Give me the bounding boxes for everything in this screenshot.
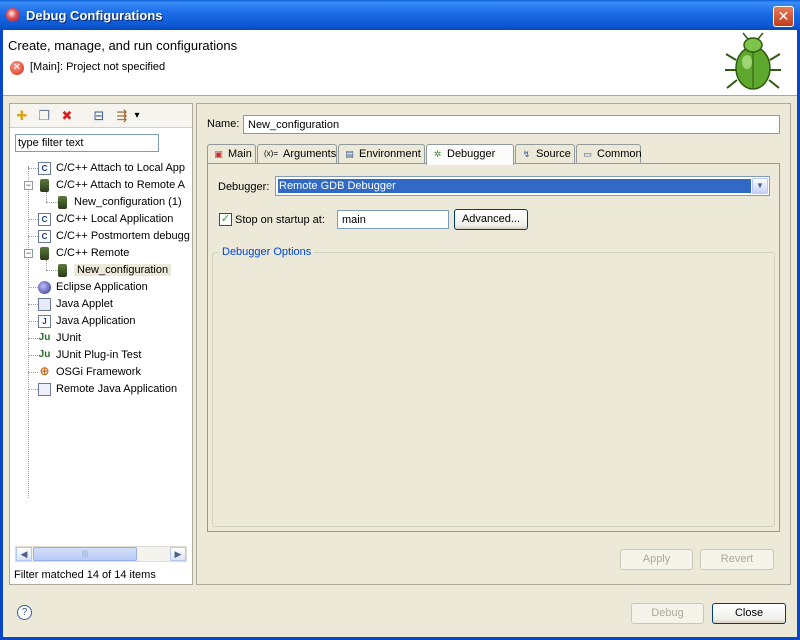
expand-attach-remote[interactable]: − <box>24 181 33 190</box>
configuration-tree: − − C C/C++ Attach to Local App C/C++ Att… <box>10 160 192 542</box>
debug-button[interactable]: Debug <box>631 603 704 624</box>
c-app-icon: C <box>38 212 51 226</box>
delete-icon[interactable]: ✖ <box>59 108 75 124</box>
remote-device-icon <box>40 178 49 192</box>
config-tabs: ▣ Main (x)= Arguments ▤ Environment ✲ Debugg… <box>207 144 780 165</box>
filter-status: Filter matched 14 of 14 items <box>14 569 156 581</box>
stop-on-startup-label: Stop on startup at: <box>235 214 325 226</box>
junit-icon: Ju <box>38 331 51 343</box>
tree-item-new-config[interactable]: New_configuration <box>56 262 172 279</box>
error-icon: ✕ <box>10 61 24 75</box>
junit-plugin-icon: Ju <box>38 348 51 360</box>
dialog-heading: Create, manage, and run configurations <box>8 38 238 53</box>
tree-item-osgi[interactable]: ⊕ OSGi Framework <box>38 364 141 381</box>
arguments-tab-icon: (x)= <box>264 149 278 159</box>
remote-device-icon <box>58 195 67 209</box>
remote-device-icon <box>58 263 67 277</box>
tree-item-java-application[interactable]: J Java Application <box>38 313 136 330</box>
name-input[interactable] <box>243 115 780 134</box>
tree-item-local-application[interactable]: C C/C++ Local Application <box>38 211 173 228</box>
debugger-options-title: Debugger Options <box>219 246 315 258</box>
view-menu-icon[interactable]: ▾ <box>132 108 142 124</box>
title-bar: Debug Configurations ✕ <box>0 0 800 30</box>
tree-item-remote-java[interactable]: Remote Java Application <box>38 381 177 398</box>
dialog-header: Create, manage, and run configurations ✕… <box>3 30 797 96</box>
window-close-button[interactable]: ✕ <box>773 6 794 27</box>
tab-arguments[interactable]: (x)= Arguments <box>257 144 337 164</box>
tab-main[interactable]: ▣ Main <box>207 144 256 164</box>
window-title: Debug Configurations <box>26 8 163 23</box>
chevron-down-icon[interactable]: ▼ <box>752 178 768 194</box>
java-applet-icon <box>38 297 51 311</box>
java-app-icon: J <box>38 314 51 328</box>
revert-button[interactable]: Revert <box>700 549 774 570</box>
close-button[interactable]: Close <box>712 603 786 624</box>
advanced-button[interactable]: Advanced... <box>454 209 528 230</box>
tab-source[interactable]: ↯ Source <box>515 144 575 164</box>
tree-item-cpp-remote[interactable]: C/C++ Remote <box>38 245 129 262</box>
configuration-tree-panel: ✚ ❐ ✖ ⊟ ⇶ ▾ − − CC/C++ Attach to Local A… <box>9 103 193 585</box>
debugger-tab-icon: ✲ <box>433 149 442 160</box>
stop-on-startup-checkbox[interactable]: ✓ <box>219 213 232 226</box>
debugger-options-group <box>212 252 775 527</box>
expand-cpp-remote[interactable]: − <box>24 249 33 258</box>
tree-item-java-applet[interactable]: Java Applet <box>38 296 113 313</box>
tab-common[interactable]: ▭ Common <box>576 144 642 164</box>
debug-bug-icon <box>725 32 781 90</box>
tree-item-junit[interactable]: Ju JUnit <box>38 330 81 347</box>
c-app-icon: C <box>38 229 51 243</box>
remote-device-icon <box>40 246 49 260</box>
error-message: [Main]: Project not specified <box>30 61 166 73</box>
scroll-right-icon[interactable]: ▶ <box>170 547 186 561</box>
scroll-left-icon[interactable]: ◀ <box>16 547 32 561</box>
tree-item-new-config-1[interactable]: New_configuration (1) <box>56 194 182 211</box>
filter-input[interactable] <box>15 134 159 152</box>
tree-item-postmortem[interactable]: C C/C++ Postmortem debugg <box>38 228 190 245</box>
source-tab-icon: ↯ <box>522 149 531 160</box>
duplicate-icon[interactable]: ❐ <box>36 108 52 124</box>
tab-environment[interactable]: ▤ Environment <box>338 144 425 164</box>
name-label: Name: <box>207 118 240 130</box>
tree-item-attach-remote[interactable]: C/C++ Attach to Remote A <box>38 177 185 194</box>
common-tab-icon: ▭ <box>583 149 592 160</box>
collapse-all-icon[interactable]: ⊟ <box>91 108 107 124</box>
eclipse-app-icon <box>38 280 51 294</box>
tree-horizontal-scrollbar[interactable]: ◀ ||| ▶ <box>15 546 187 562</box>
scroll-thumb[interactable]: ||| <box>33 547 137 561</box>
tree-item-eclipse-application[interactable]: Eclipse Application <box>38 279 148 296</box>
left-toolbar: ✚ ❐ ✖ ⊟ ⇶ ▾ <box>10 104 192 128</box>
debugger-label: Debugger: <box>218 181 270 193</box>
new-configuration-icon[interactable]: ✚ <box>14 108 30 124</box>
eclipse-icon <box>6 8 20 22</box>
debugger-selected-value: Remote GDB Debugger <box>278 179 751 193</box>
apply-button[interactable]: Apply <box>620 549 693 570</box>
tree-item-junit-plugin[interactable]: Ju JUnit Plug-in Test <box>38 347 142 364</box>
main-tab-icon: ▣ <box>214 149 223 160</box>
startup-symbol-input[interactable] <box>337 210 449 229</box>
tree-item-attach-local[interactable]: C C/C++ Attach to Local App <box>38 160 185 177</box>
help-icon[interactable]: ? <box>17 605 32 620</box>
debugger-select[interactable]: Remote GDB Debugger ▼ <box>275 176 770 196</box>
remote-java-icon <box>38 382 51 396</box>
environment-tab-icon: ▤ <box>345 149 354 160</box>
osgi-icon: ⊕ <box>39 363 50 378</box>
c-app-icon: C <box>38 161 51 175</box>
configuration-editor-panel: Name: ▣Main (x)=Arguments ▤Environment ✲… <box>196 103 791 585</box>
debugger-tab-content: Debugger: Remote GDB Debugger ▼ ✓ Stop o… <box>207 163 780 532</box>
filter-icon[interactable]: ⇶ <box>114 108 130 124</box>
tab-debugger[interactable]: ✲ Debugger <box>426 144 514 165</box>
